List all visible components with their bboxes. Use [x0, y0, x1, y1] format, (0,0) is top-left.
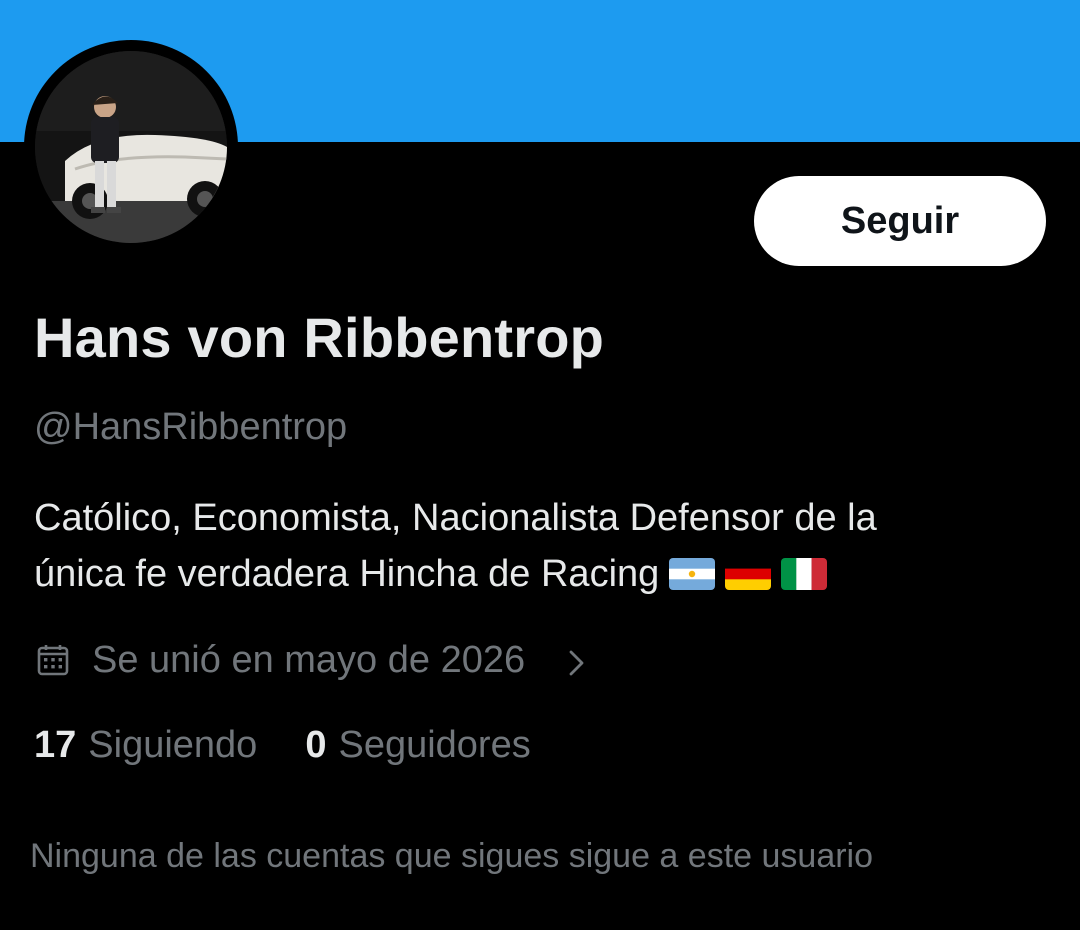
calendar-icon — [36, 643, 70, 677]
bio-flags — [669, 558, 828, 590]
following-count: 17 — [34, 724, 77, 766]
profile-page: Seguir Hans von Ribbentrop @HansRibbentr… — [0, 0, 1080, 930]
avatar[interactable] — [35, 51, 227, 243]
username-handle: @HansRibbentrop — [34, 406, 348, 448]
following-link[interactable]: 17 Siguiendo — [34, 724, 257, 767]
join-date[interactable]: Se unió en mayo de 2026 — [36, 636, 591, 684]
avatar-photo — [35, 51, 227, 243]
bio-line-2-text: única fe verdadera Hincha de Racing — [34, 553, 660, 595]
following-label: Siguiendo — [88, 724, 258, 766]
bio-line-2: única fe verdadera Hincha de Racing — [34, 546, 1034, 602]
flag-italy-icon — [781, 558, 828, 590]
followers-count: 0 — [305, 724, 327, 766]
followers-label: Seguidores — [338, 724, 531, 766]
mutual-followers-note: Ninguna de las cuentas que sigues sigue … — [30, 837, 874, 875]
profile-bio: Católico, Economista, Nacionalista Defen… — [34, 490, 1034, 602]
follow-button[interactable]: Seguir — [754, 176, 1046, 266]
display-name: Hans von Ribbentrop — [34, 306, 605, 369]
join-date-text: Se unió en mayo de 2026 — [92, 638, 526, 681]
flag-germany-icon — [725, 558, 772, 590]
follow-stats: 17 Siguiendo 0 Seguidores — [34, 724, 531, 767]
bio-line-1: Católico, Economista, Nacionalista Defen… — [34, 497, 877, 539]
followers-link[interactable]: 0 Seguidores — [305, 724, 530, 767]
chevron-right-icon — [561, 645, 591, 676]
flag-argentina-icon — [669, 558, 716, 590]
